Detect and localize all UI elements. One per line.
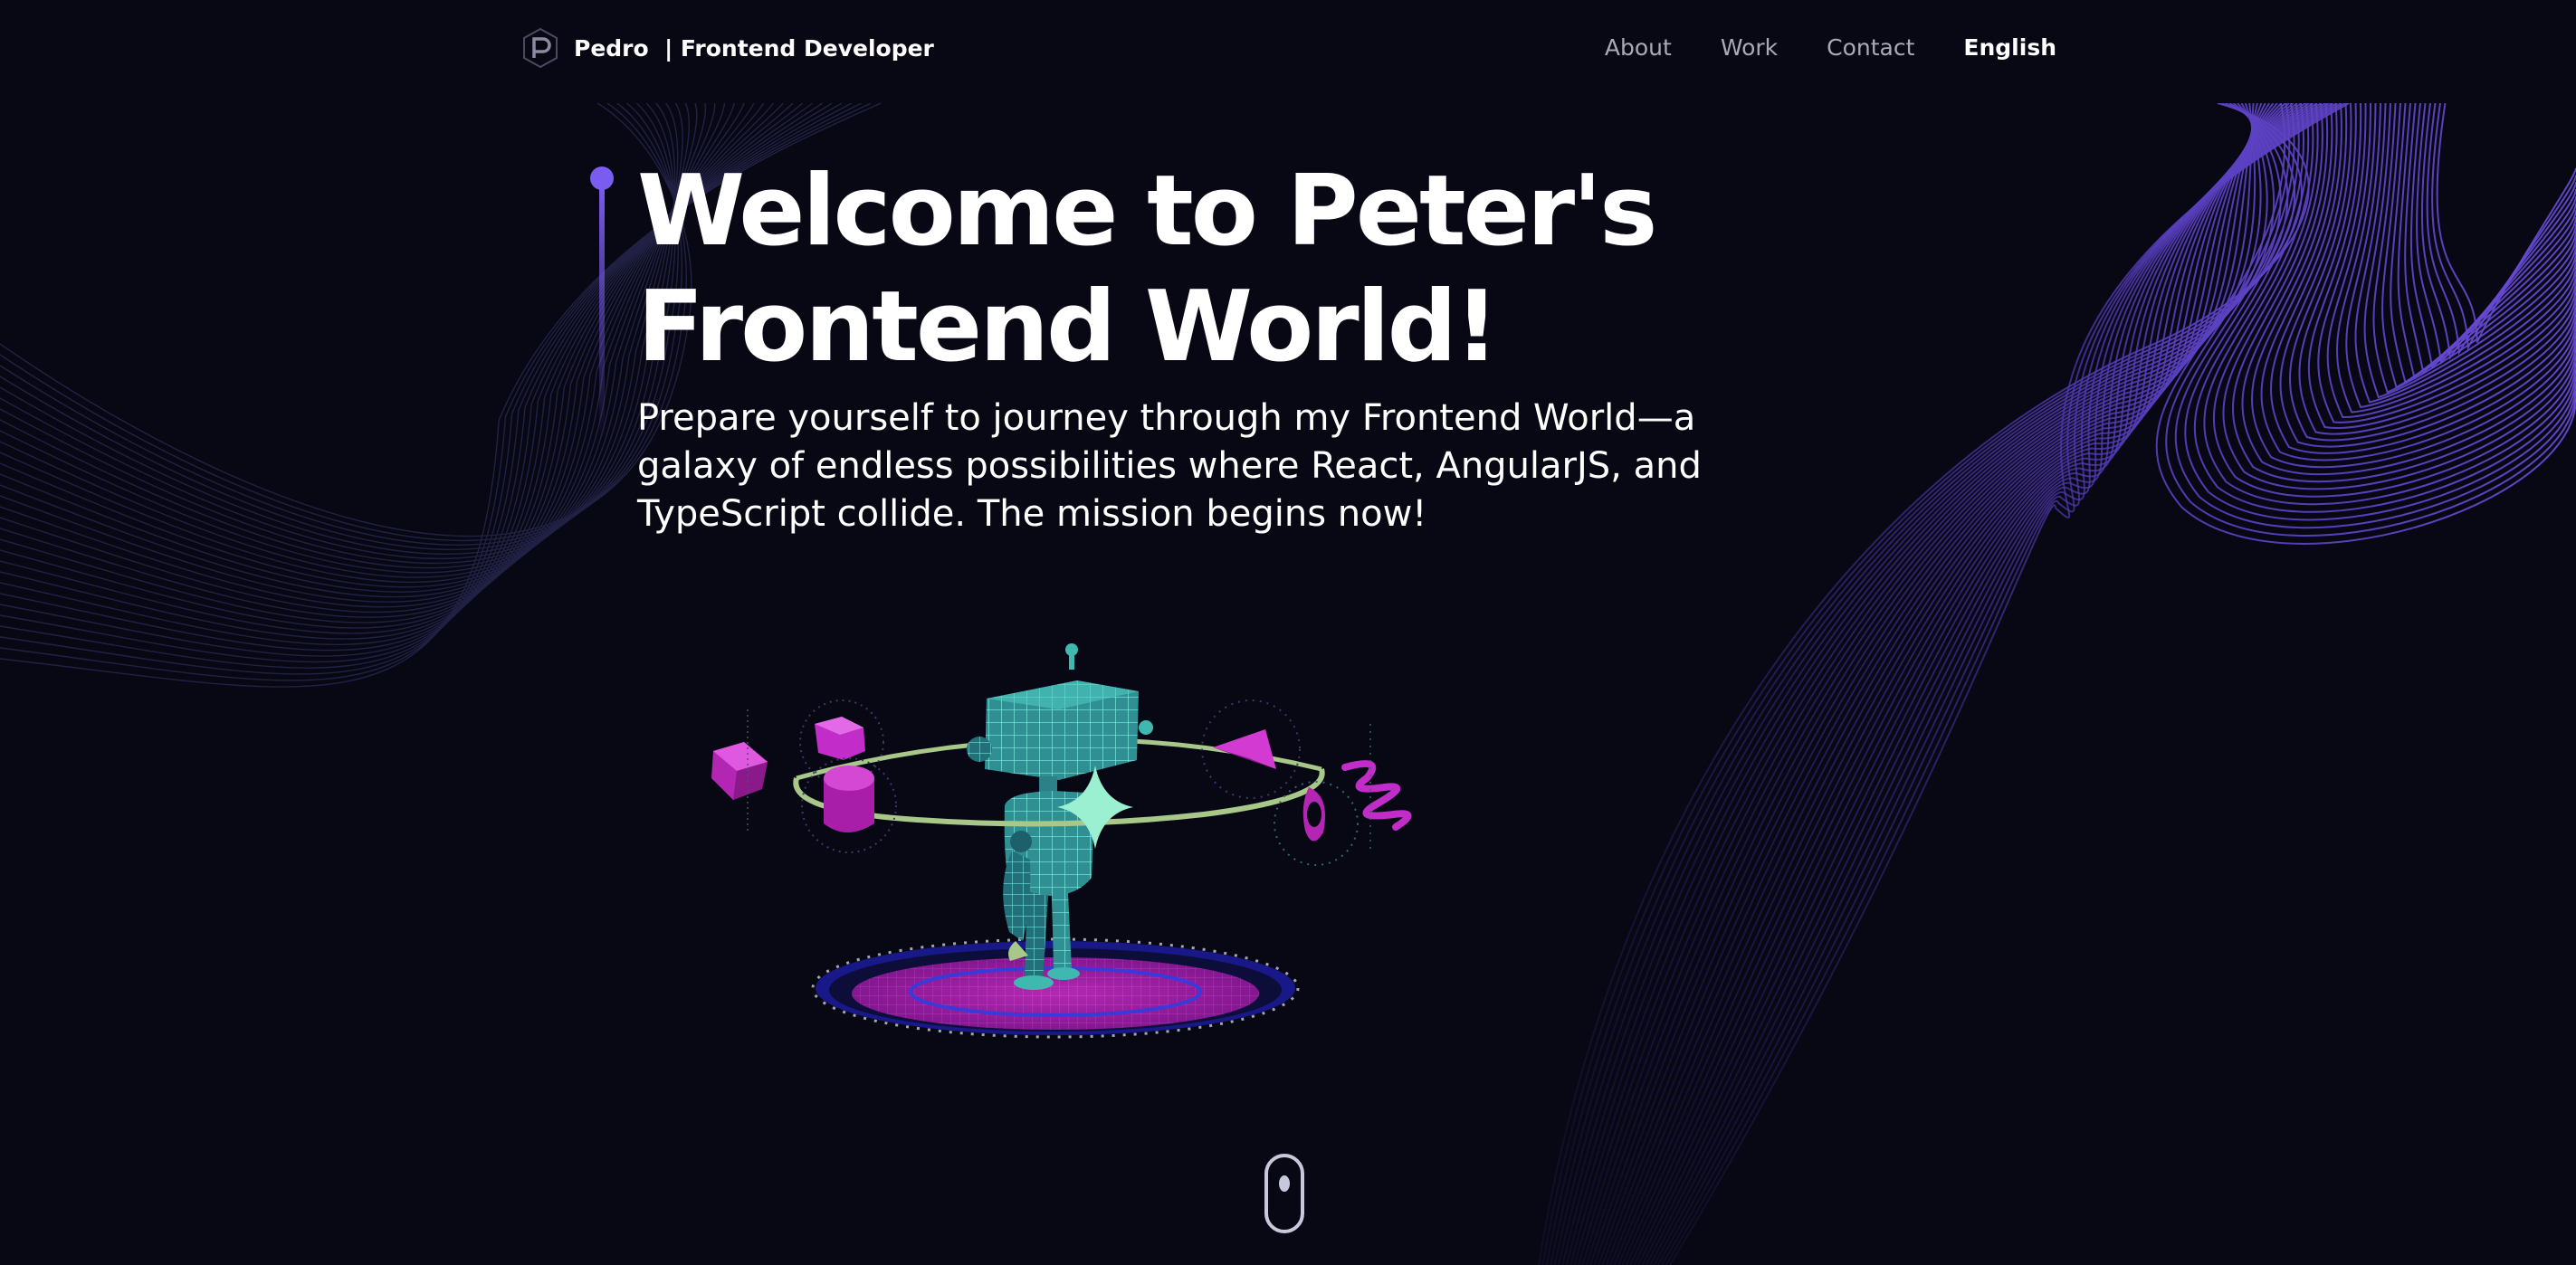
right-wave-line [1589, 102, 2576, 1265]
primary-nav: About Work Contact English [1605, 34, 2056, 61]
left-wave-line [0, 102, 745, 608]
nav-about-link[interactable]: About [1605, 34, 1672, 61]
right-wave-line [1573, 102, 2576, 1265]
right-wave-line [1645, 102, 2576, 1265]
nav-work-link[interactable]: Work [1721, 34, 1778, 61]
magenta-torus [1274, 781, 1359, 866]
top-navbar: Pedro | Frontend Developer About Work Co… [0, 0, 2576, 103]
timeline-line [599, 185, 605, 438]
magenta-cube [711, 709, 768, 832]
robot-head [967, 643, 1153, 780]
right-wave-line [1609, 102, 2576, 1265]
hero-title: Welcome to Peter's Frontend World! [637, 154, 1723, 385]
right-wave-line [1633, 102, 2576, 1265]
mouse-scroll-icon[interactable] [1264, 1153, 1305, 1234]
right-wave-line [1581, 102, 2576, 1265]
hero-timeline-accent [590, 166, 614, 438]
right-wave-line [1621, 102, 2576, 1265]
right-wave-line [1641, 102, 2576, 1265]
language-switcher[interactable]: English [1963, 34, 2056, 61]
right-wave-line [1665, 102, 2576, 1265]
left-wave-line [0, 102, 679, 569]
left-wave-line [0, 102, 726, 598]
left-wave-line [0, 102, 683, 574]
hero-title-line-1: Welcome to Peter's [637, 155, 1657, 268]
left-wave-line [0, 102, 688, 542]
hero-subtitle-line-2: galaxy of endless possibilities where Re… [637, 445, 1702, 487]
right-wave-line [1625, 102, 2576, 1265]
p-hexagon-logo-icon [523, 27, 558, 69]
brand-logo-link[interactable]: Pedro | Frontend Developer [520, 27, 934, 69]
robot-astronaut-illustration [711, 643, 1412, 1039]
nav-contact-link[interactable]: Contact [1827, 34, 1914, 61]
hero-subtitle-line-1: Prepare yourself to journey through my F… [637, 397, 1696, 439]
right-wave-line [1617, 102, 2576, 1265]
hero-title-line-2: Frontend World! [637, 271, 1499, 384]
hero-subtitle: Prepare yourself to journey through my F… [637, 395, 1760, 538]
hero-subtitle-line-3: TypeScript collide. The mission begins n… [637, 493, 1427, 535]
landing-page: Pedro | Frontend Developer About Work Co… [0, 0, 2576, 1265]
right-wave-line [1629, 102, 2576, 1265]
magenta-spring [1341, 724, 1412, 851]
right-wave-line [1637, 102, 2576, 1265]
brand-title: Pedro | Frontend Developer [574, 34, 934, 62]
